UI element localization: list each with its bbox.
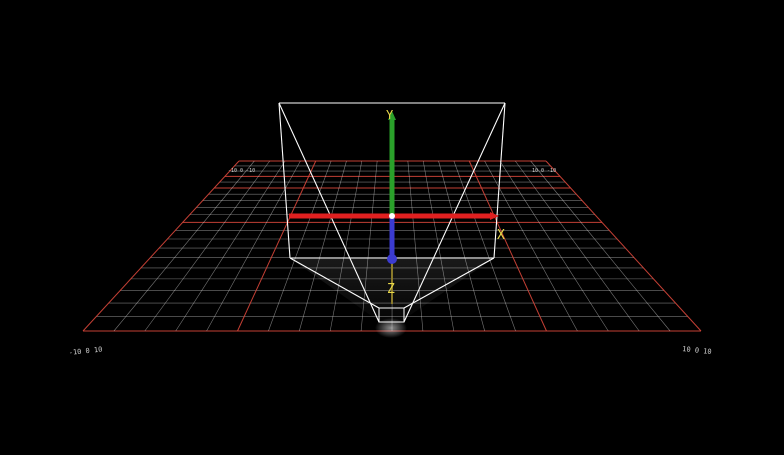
grid-line-depth bbox=[499, 160, 609, 332]
axis-label-z: Z bbox=[387, 282, 395, 297]
axis-origin[interactable] bbox=[389, 213, 395, 219]
grid-corner-label-back-right: 10 0 -10 bbox=[532, 168, 556, 174]
grid-line-depth bbox=[453, 160, 516, 332]
grid-line-depth bbox=[113, 160, 255, 332]
frustum-edge bbox=[278, 102, 291, 259]
grid-line-depth bbox=[484, 160, 578, 332]
grid-corner-label-front-left: -10 0 10 bbox=[68, 346, 102, 357]
frustum-edge bbox=[403, 102, 506, 323]
axis-label-x: X bbox=[497, 228, 505, 243]
grid-line-depth bbox=[237, 160, 317, 332]
axis-label-y: Y bbox=[386, 108, 394, 122]
grid-line-depth bbox=[82, 160, 240, 332]
grid-line-depth bbox=[268, 160, 332, 332]
scene-canvas[interactable]: Y X Z -10 0 -10 10 0 -10 -10 0 10 10 0 1… bbox=[0, 0, 784, 455]
grid-corner-label-front-right: 10 0 10 bbox=[682, 345, 712, 356]
grid-line-depth bbox=[438, 160, 485, 332]
grid-line-depth bbox=[206, 160, 301, 332]
grid-line-depth bbox=[144, 160, 270, 332]
grid-line-depth bbox=[515, 160, 640, 332]
grid-line-depth bbox=[299, 160, 347, 332]
frustum-edge bbox=[278, 102, 380, 323]
camera-origin-glow bbox=[375, 318, 407, 338]
axis-z-handle-icon[interactable] bbox=[387, 254, 397, 264]
grid-line-depth bbox=[175, 160, 286, 332]
grid-line-depth bbox=[468, 160, 547, 332]
grid-corner-label-back-left: -10 0 -10 bbox=[228, 168, 255, 174]
grid-line-depth bbox=[545, 160, 702, 332]
3d-viewport[interactable]: Y X Z -10 0 -10 10 0 -10 -10 0 10 10 0 1… bbox=[0, 0, 784, 455]
grid-line-depth bbox=[530, 160, 671, 332]
